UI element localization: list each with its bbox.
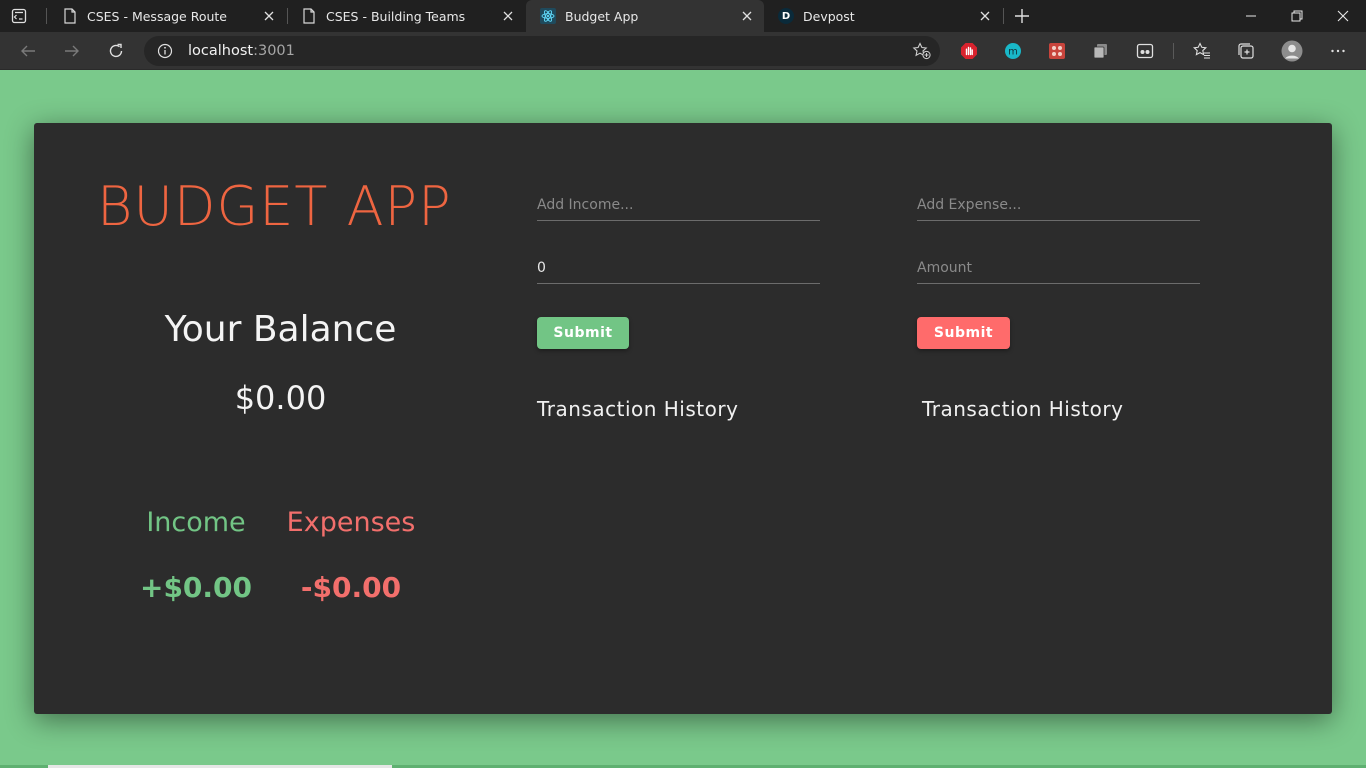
collections-icon[interactable]	[1236, 41, 1256, 61]
svg-text:m: m	[1008, 47, 1018, 58]
close-tab-icon[interactable]	[501, 9, 515, 23]
page-icon	[301, 8, 317, 24]
tab-title: Devpost	[803, 8, 855, 24]
income-total: +$0.00	[139, 571, 253, 604]
browser-toolbar: localhost:3001 m	[0, 32, 1366, 70]
tab-cses-building-teams[interactable]: CSES - Building Teams	[287, 0, 525, 32]
browser-tab-bar: CSES - Message Route CSES - Building Tea…	[0, 0, 1366, 32]
income-label: Income	[146, 507, 246, 538]
profile-avatar-icon[interactable]	[1280, 39, 1304, 63]
expense-transaction-history-title: Transaction History	[922, 397, 1124, 421]
forward-icon[interactable]	[62, 41, 82, 61]
expense-description-input[interactable]	[917, 189, 1200, 221]
favorites-icon[interactable]	[1192, 41, 1212, 61]
balance-label: Your Balance	[164, 309, 397, 350]
react-icon	[540, 8, 556, 24]
app-title: BUDGET APP	[97, 175, 452, 238]
minimize-button[interactable]	[1228, 0, 1274, 32]
income-description-input[interactable]	[537, 189, 820, 221]
adblock-extension-icon[interactable]	[959, 41, 979, 61]
expenses-total: -$0.00	[300, 571, 402, 604]
m-extension-icon[interactable]: m	[1003, 41, 1023, 61]
tab-cses-message-route[interactable]: CSES - Message Route	[48, 0, 286, 32]
tab-separator	[1003, 8, 1004, 24]
expenses-label: Expenses	[286, 507, 416, 538]
close-tab-icon[interactable]	[978, 9, 992, 23]
tab-actions-icon[interactable]	[10, 7, 28, 25]
devpost-favicon-letter: D	[781, 10, 791, 22]
url-port: :3001	[253, 43, 295, 59]
devpost-icon: D	[778, 8, 794, 24]
tab-separator	[46, 8, 47, 24]
tab-budget-app[interactable]: Budget App	[526, 0, 764, 32]
new-tab-icon[interactable]	[1013, 7, 1031, 25]
refresh-icon[interactable]	[106, 41, 126, 61]
page-icon	[62, 8, 78, 24]
close-tab-icon[interactable]	[740, 9, 754, 23]
address-bar[interactable]: localhost:3001	[144, 36, 940, 66]
url-host: localhost	[188, 43, 254, 59]
income-submit-button[interactable]: Submit	[537, 317, 629, 349]
expense-submit-button[interactable]: Submit	[917, 317, 1010, 349]
back-icon[interactable]	[18, 41, 38, 61]
income-transaction-history-title: Transaction History	[537, 397, 739, 421]
site-info-icon[interactable]	[157, 43, 173, 63]
tab-title: Budget App	[565, 8, 639, 24]
tab-title: CSES - Building Teams	[326, 8, 466, 24]
url-text: localhost:3001	[188, 43, 295, 59]
add-favorite-icon[interactable]	[912, 42, 932, 64]
expense-amount-input[interactable]	[917, 252, 1200, 284]
balance-value: $0.00	[234, 379, 327, 417]
tab-title: CSES - Message Route	[87, 8, 227, 24]
copy-extension-icon[interactable]	[1091, 41, 1111, 61]
budget-app-card: BUDGET APP Your Balance $0.00 Income Exp…	[34, 123, 1332, 714]
tab-devpost[interactable]: D Devpost	[764, 0, 1002, 32]
restore-button[interactable]	[1274, 0, 1320, 32]
close-tab-icon[interactable]	[262, 9, 276, 23]
close-window-button[interactable]	[1320, 0, 1366, 32]
toolbar-separator	[1173, 43, 1174, 59]
reader-extension-icon[interactable]	[1135, 41, 1155, 61]
pattern-extension-icon[interactable]	[1047, 41, 1067, 61]
income-amount-input[interactable]	[537, 252, 820, 284]
more-menu-icon[interactable]	[1328, 41, 1348, 61]
